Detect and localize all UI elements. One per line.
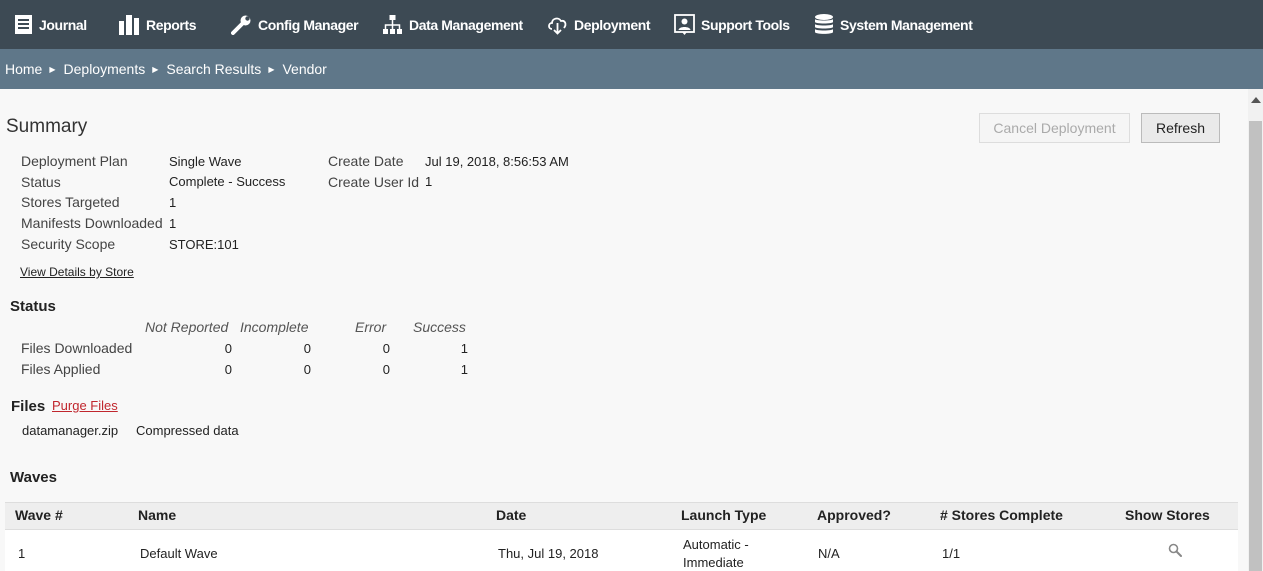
column-header-stores-complete[interactable]: # Stores Complete <box>940 507 1063 523</box>
nav-support-tools-label: Support Tools <box>701 16 790 33</box>
status-cell: 1 <box>460 362 468 377</box>
breadcrumb-separator-icon: ▶ <box>49 64 56 74</box>
nav-reports-label: Reports <box>146 16 197 33</box>
scroll-up-arrow-icon[interactable] <box>1251 97 1261 103</box>
column-header-name[interactable]: Name <box>138 507 176 523</box>
breadcrumb-vendor: Vendor <box>282 61 327 77</box>
status-cell: 0 <box>303 341 311 356</box>
field-label: Deployment Plan <box>21 153 128 169</box>
status-row-label: Files Applied <box>21 361 101 377</box>
approved-cell: N/A <box>818 546 840 561</box>
cloud-download-icon <box>548 17 567 35</box>
status-row-label: Files Downloaded <box>21 340 133 356</box>
launch-type-line-2: Immediate <box>683 555 744 570</box>
column-header-approved[interactable]: Approved? <box>817 507 891 523</box>
cancel-deployment-button[interactable]: Cancel Deployment <box>979 113 1130 143</box>
database-icon <box>815 14 833 34</box>
manifests-downloaded-value: 1 <box>169 216 177 231</box>
nav-data-management[interactable]: Data Management <box>382 0 523 49</box>
status-cell: 0 <box>382 341 390 356</box>
nav-deployment-label: Deployment <box>574 16 651 33</box>
deployment-plan-value: Single Wave <box>169 154 242 169</box>
column-header-show-stores: Show Stores <box>1125 507 1210 523</box>
view-details-by-store-link[interactable]: View Details by Store <box>20 265 134 279</box>
field-label: Status <box>21 174 61 190</box>
files-title: Files <box>11 398 46 415</box>
status-cell: 0 <box>224 341 232 356</box>
purge-files-link[interactable]: Purge Files <box>52 398 118 413</box>
status-cell: 0 <box>382 362 390 377</box>
status-column-header: Success <box>413 319 466 335</box>
status-cell: 0 <box>303 362 311 377</box>
column-header-wave[interactable]: Wave # <box>15 507 63 523</box>
status-cell: 1 <box>460 341 468 356</box>
field-label: Create User Id <box>328 174 420 190</box>
field-label: Create Date <box>328 153 404 169</box>
breadcrumb-deployments[interactable]: Deployments <box>64 61 146 77</box>
support-icon <box>674 14 695 35</box>
status-column-header: Error <box>355 319 387 335</box>
status-value: Complete - Success <box>169 174 286 189</box>
top-nav: Journal Reports Config Manager Data Mana… <box>0 0 1263 49</box>
stores-complete-cell: 1/1 <box>942 546 961 561</box>
file-name: datamanager.zip <box>22 423 119 438</box>
status-cell: 0 <box>224 362 232 377</box>
hierarchy-icon <box>383 15 402 34</box>
nav-config-manager[interactable]: Config Manager <box>231 0 359 49</box>
status-title: Status <box>10 298 56 315</box>
nav-journal-label: Journal <box>39 16 87 33</box>
nav-config-manager-label: Config Manager <box>258 16 359 33</box>
nav-journal[interactable]: Journal <box>14 0 87 49</box>
column-header-launch-type[interactable]: Launch Type <box>681 507 766 523</box>
status-column-header: Incomplete <box>240 319 309 335</box>
wave-name-cell: Default Wave <box>140 546 218 561</box>
create-date-value: Jul 19, 2018, 8:56:53 AM <box>425 154 569 169</box>
security-scope-value: STORE:101 <box>169 237 239 252</box>
nav-reports[interactable]: Reports <box>118 0 197 49</box>
create-user-id-value: 1 <box>425 174 433 189</box>
nav-system-management[interactable]: System Management <box>814 0 973 49</box>
breadcrumb-home[interactable]: Home <box>5 61 42 77</box>
vertical-scrollbar[interactable] <box>1248 89 1263 571</box>
field-label: Manifests Downloaded <box>21 215 163 231</box>
field-label: Stores Targeted <box>21 194 120 210</box>
nav-deployment[interactable]: Deployment <box>547 0 651 49</box>
status-column-header: Not Reported <box>145 319 229 335</box>
breadcrumb-separator-icon: ▶ <box>152 64 159 74</box>
nav-support-tools[interactable]: Support Tools <box>674 0 790 49</box>
nav-system-management-label: System Management <box>840 16 973 33</box>
wave-number-cell: 1 <box>18 546 26 561</box>
column-header-date[interactable]: Date <box>496 507 526 523</box>
wrench-icon <box>231 15 251 35</box>
breadcrumb-separator-icon: ▶ <box>268 64 275 74</box>
field-label: Security Scope <box>21 236 116 252</box>
nav-data-management-label: Data Management <box>409 16 523 33</box>
refresh-button[interactable]: Refresh <box>1141 113 1220 143</box>
summary-title: Summary <box>6 116 88 137</box>
stores-targeted-value: 1 <box>169 195 177 210</box>
search-icon[interactable] <box>1168 543 1182 562</box>
journal-icon <box>15 15 32 34</box>
waves-title: Waves <box>10 469 57 486</box>
breadcrumb-search-results[interactable]: Search Results <box>166 61 261 77</box>
reports-icon <box>119 15 139 35</box>
launch-type-line-1: Automatic - <box>683 537 749 552</box>
wave-date-cell: Thu, Jul 19, 2018 <box>498 546 599 561</box>
scroll-thumb[interactable] <box>1249 121 1262 571</box>
file-description: Compressed data <box>136 423 239 438</box>
breadcrumb: Home ▶ Deployments ▶ Search Results ▶ Ve… <box>0 49 1263 89</box>
